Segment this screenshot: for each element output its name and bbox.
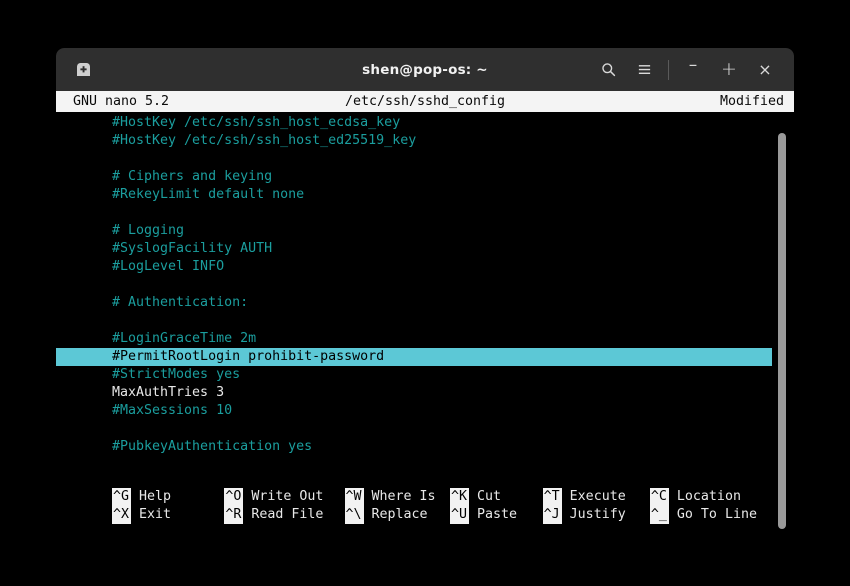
shortcut-column: ^O Write Out ^R Read File bbox=[224, 488, 344, 524]
shortcut-key: ^G bbox=[112, 488, 131, 506]
shortcut-item[interactable]: ^R Read File bbox=[224, 506, 344, 524]
titlebar-left-group bbox=[56, 56, 97, 84]
editor-scrollbar[interactable] bbox=[777, 112, 787, 530]
hamburger-menu-icon[interactable] bbox=[627, 55, 661, 85]
window-titlebar: shen@pop-os: ~ – + × bbox=[56, 48, 794, 91]
titlebar-divider bbox=[668, 59, 669, 80]
shortcut-column: ^K Cut ^U Paste bbox=[450, 488, 543, 524]
editor-text[interactable]: #HostKey /etc/ssh/ssh_host_ecdsa_key #Hos… bbox=[56, 114, 794, 456]
shortcut-column: ^C Location ^_ Go To Line bbox=[649, 488, 770, 524]
terminal-plus-icon[interactable] bbox=[69, 56, 97, 84]
shortcut-item[interactable]: ^C Location bbox=[649, 488, 770, 506]
titlebar-right-group: – + × bbox=[591, 55, 794, 85]
shortcut-column: ^W Where Is ^\ Replace bbox=[344, 488, 451, 524]
editor-line: #RekeyLimit default none bbox=[112, 187, 305, 202]
editor-line: #LogLevel INFO bbox=[112, 259, 225, 274]
nano-shortcut-bar: ^G Help ^X Exit ^O Write Out ^R Read File ^W Wher… bbox=[112, 488, 770, 524]
editor-line: # Ciphers and keying bbox=[112, 169, 273, 184]
shortcut-key: ^_ bbox=[649, 506, 669, 524]
shortcut-key: ^O bbox=[224, 488, 244, 506]
shortcut-label: Location bbox=[676, 489, 741, 504]
shortcut-item[interactable]: ^W Where Is bbox=[344, 488, 451, 506]
editor-area[interactable]: #HostKey /etc/ssh/ssh_host_ecdsa_key #Hos… bbox=[56, 112, 794, 530]
close-button[interactable]: × bbox=[748, 55, 782, 85]
nano-filename-label: /etc/ssh/sshd_config bbox=[344, 94, 506, 109]
shortcut-label: Execute bbox=[569, 489, 626, 504]
editor-line-highlighted: #PermitRootLogin prohibit-password bbox=[56, 348, 772, 366]
terminal-window: shen@pop-os: ~ – + × GNU nano 5.2 /etc/s… bbox=[56, 48, 794, 530]
shortcut-label: Read File bbox=[251, 507, 324, 522]
editor-line: #MaxSessions 10 bbox=[112, 403, 233, 418]
minimize-button[interactable]: – bbox=[676, 51, 710, 81]
shortcut-item[interactable]: ^_ Go To Line bbox=[649, 506, 770, 524]
editor-line: #StrictModes yes bbox=[112, 367, 241, 382]
shortcut-key: ^T bbox=[542, 488, 562, 506]
shortcut-key: ^K bbox=[450, 488, 470, 506]
search-icon[interactable] bbox=[591, 55, 625, 85]
shortcut-label: Paste bbox=[477, 507, 518, 522]
editor-line: MaxAuthTries 3 bbox=[112, 385, 225, 400]
shortcut-item[interactable]: ^G Help bbox=[112, 488, 224, 506]
scrollbar-thumb[interactable] bbox=[778, 133, 786, 529]
editor-line: #LoginGraceTime 2m bbox=[112, 331, 257, 346]
shortcut-label: Where Is bbox=[371, 489, 436, 504]
nano-header-bar: GNU nano 5.2 /etc/ssh/sshd_config Modifi… bbox=[56, 91, 794, 112]
shortcut-key: ^R bbox=[224, 506, 244, 524]
shortcut-label: Exit bbox=[139, 507, 172, 522]
editor-line: #HostKey /etc/ssh/ssh_host_ed25519_key bbox=[112, 133, 417, 148]
shortcut-item[interactable]: ^K Cut bbox=[450, 488, 543, 506]
shortcut-item[interactable]: ^X Exit bbox=[112, 506, 224, 524]
editor-line: # Authentication: bbox=[112, 295, 249, 310]
shortcut-column: ^T Execute ^J Justify bbox=[542, 488, 650, 524]
shortcut-item[interactable]: ^J Justify bbox=[542, 506, 650, 524]
shortcut-label: Cut bbox=[477, 489, 502, 504]
shortcut-item[interactable]: ^T Execute bbox=[542, 488, 650, 506]
maximize-button[interactable]: + bbox=[712, 55, 746, 85]
shortcut-item[interactable]: ^U Paste bbox=[450, 506, 543, 524]
editor-line: #SyslogFacility AUTH bbox=[112, 241, 273, 256]
shortcut-key: ^J bbox=[542, 506, 562, 524]
screen: shen@pop-os: ~ – + × GNU nano 5.2 /etc/s… bbox=[0, 0, 850, 586]
shortcut-key: ^W bbox=[344, 488, 364, 506]
shortcut-column: ^G Help ^X Exit bbox=[112, 488, 224, 524]
shortcut-key: ^C bbox=[649, 488, 669, 506]
shortcut-key: ^X bbox=[112, 506, 131, 524]
shortcut-label: Justify bbox=[569, 507, 626, 522]
editor-line: # Logging bbox=[112, 223, 185, 238]
shortcut-key: ^\ bbox=[344, 506, 364, 524]
shortcut-label: Help bbox=[139, 489, 172, 504]
shortcut-item[interactable]: ^O Write Out bbox=[224, 488, 344, 506]
shortcut-label: Replace bbox=[371, 507, 428, 522]
editor-line: #PubkeyAuthentication yes bbox=[112, 439, 313, 454]
shortcut-label: Write Out bbox=[251, 489, 324, 504]
shortcut-key: ^U bbox=[450, 506, 470, 524]
shortcut-label: Go To Line bbox=[676, 507, 757, 522]
editor-line: #HostKey /etc/ssh/ssh_host_ecdsa_key bbox=[112, 115, 401, 130]
shortcut-item[interactable]: ^\ Replace bbox=[344, 506, 451, 524]
